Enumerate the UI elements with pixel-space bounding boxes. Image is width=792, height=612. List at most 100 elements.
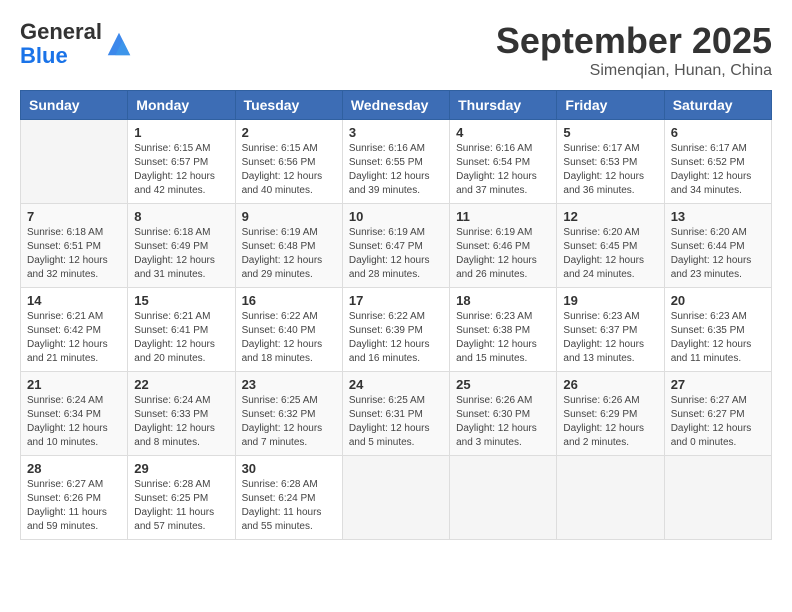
day-number: 24 [349, 377, 443, 392]
calendar-week-row: 14 Sunrise: 6:21 AM Sunset: 6:42 PM Dayli… [21, 288, 772, 372]
day-info: Sunrise: 6:22 AM Sunset: 6:39 PM Dayligh… [349, 310, 443, 366]
day-info: Sunrise: 6:24 AM Sunset: 6:34 PM Dayligh… [27, 394, 121, 450]
calendar-cell: 5Sunrise: 6:17 AM Sunset: 6:53 PM Daylig… [557, 120, 664, 204]
logo-blue: Blue [20, 44, 68, 68]
calendar-cell: 27 Sunrise: 6:27 AM Sunset: 6:27 PM Dayli… [664, 372, 771, 456]
day-info: Sunrise: 6:16 AM Sunset: 6:55 PM Dayligh… [349, 142, 443, 198]
calendar-cell: 1 Sunrise: 6:15 AM Sunset: 6:57 PM Daylig… [128, 120, 235, 204]
day-number: 12 [563, 209, 657, 224]
calendar-cell [450, 456, 557, 540]
logo-icon [104, 29, 134, 59]
calendar-cell: 14 Sunrise: 6:21 AM Sunset: 6:42 PM Dayli… [21, 288, 128, 372]
page-header: General Blue September 2025 Simenqian, H… [20, 20, 772, 80]
calendar-cell: 24Sunrise: 6:25 AM Sunset: 6:31 PM Dayli… [342, 372, 449, 456]
calendar-cell: 11 Sunrise: 6:19 AM Sunset: 6:46 PM Dayli… [450, 204, 557, 288]
day-number: 18 [456, 293, 550, 308]
day-info: Sunrise: 6:16 AM Sunset: 6:54 PM Dayligh… [456, 142, 550, 198]
day-number: 29 [134, 461, 228, 476]
calendar-cell: 29Sunrise: 6:28 AM Sunset: 6:25 PM Dayli… [128, 456, 235, 540]
day-info: Sunrise: 6:23 AM Sunset: 6:35 PM Dayligh… [671, 310, 765, 366]
title-block: September 2025 Simenqian, Hunan, China [496, 20, 772, 80]
location-subtitle: Simenqian, Hunan, China [496, 62, 772, 80]
calendar-cell: 22Sunrise: 6:24 AM Sunset: 6:33 PM Dayli… [128, 372, 235, 456]
calendar-cell: 8Sunrise: 6:18 AM Sunset: 6:49 PM Daylig… [128, 204, 235, 288]
calendar-cell: 28 Sunrise: 6:27 AM Sunset: 6:26 PM Dayli… [21, 456, 128, 540]
weekday-header: Friday [557, 91, 664, 120]
calendar-cell: 10 Sunrise: 6:19 AM Sunset: 6:47 PM Dayli… [342, 204, 449, 288]
day-number: 13 [671, 209, 765, 224]
month-title: September 2025 [496, 20, 772, 62]
calendar-cell: 3Sunrise: 6:16 AM Sunset: 6:55 PM Daylig… [342, 120, 449, 204]
day-info: Sunrise: 6:19 AM Sunset: 6:46 PM Dayligh… [456, 226, 550, 282]
weekday-header: Sunday [21, 91, 128, 120]
calendar-cell: 12 Sunrise: 6:20 AM Sunset: 6:45 PM Dayli… [557, 204, 664, 288]
day-info: Sunrise: 6:25 AM Sunset: 6:32 PM Dayligh… [242, 394, 336, 450]
day-info: Sunrise: 6:20 AM Sunset: 6:44 PM Dayligh… [671, 226, 765, 282]
day-number: 10 [349, 209, 443, 224]
calendar-cell: 23 Sunrise: 6:25 AM Sunset: 6:32 PM Dayli… [235, 372, 342, 456]
calendar-cell: 6Sunrise: 6:17 AM Sunset: 6:52 PM Daylig… [664, 120, 771, 204]
day-number: 14 [27, 293, 121, 308]
weekday-header: Saturday [664, 91, 771, 120]
day-number: 4 [456, 125, 550, 140]
day-number: 7 [27, 209, 121, 224]
calendar-cell: 30 Sunrise: 6:28 AM Sunset: 6:24 PM Dayli… [235, 456, 342, 540]
day-info: Sunrise: 6:18 AM Sunset: 6:49 PM Dayligh… [134, 226, 228, 282]
calendar-cell: 2 Sunrise: 6:15 AM Sunset: 6:56 PM Daylig… [235, 120, 342, 204]
day-number: 26 [563, 377, 657, 392]
day-number: 28 [27, 461, 121, 476]
calendar-table: SundayMondayTuesdayWednesdayThursdayFrid… [20, 90, 772, 540]
day-info: Sunrise: 6:24 AM Sunset: 6:33 PM Dayligh… [134, 394, 228, 450]
day-info: Sunrise: 6:15 AM Sunset: 6:56 PM Dayligh… [242, 142, 336, 198]
logo: General Blue [20, 20, 134, 68]
calendar-week-row: 7 Sunrise: 6:18 AM Sunset: 6:51 PM Daylig… [21, 204, 772, 288]
logo-general: General [20, 20, 102, 44]
day-number: 20 [671, 293, 765, 308]
day-number: 16 [242, 293, 336, 308]
day-number: 30 [242, 461, 336, 476]
day-number: 2 [242, 125, 336, 140]
calendar-cell: 15 Sunrise: 6:21 AM Sunset: 6:41 PM Dayli… [128, 288, 235, 372]
day-number: 15 [134, 293, 228, 308]
day-info: Sunrise: 6:15 AM Sunset: 6:57 PM Dayligh… [134, 142, 228, 198]
calendar-cell [21, 120, 128, 204]
day-info: Sunrise: 6:27 AM Sunset: 6:26 PM Dayligh… [27, 478, 121, 534]
day-info: Sunrise: 6:20 AM Sunset: 6:45 PM Dayligh… [563, 226, 657, 282]
calendar-cell: 9Sunrise: 6:19 AM Sunset: 6:48 PM Daylig… [235, 204, 342, 288]
calendar-cell: 19Sunrise: 6:23 AM Sunset: 6:37 PM Dayli… [557, 288, 664, 372]
day-info: Sunrise: 6:17 AM Sunset: 6:52 PM Dayligh… [671, 142, 765, 198]
calendar-cell: 13 Sunrise: 6:20 AM Sunset: 6:44 PM Dayli… [664, 204, 771, 288]
weekday-header: Monday [128, 91, 235, 120]
day-number: 25 [456, 377, 550, 392]
calendar-week-row: 21 Sunrise: 6:24 AM Sunset: 6:34 PM Dayli… [21, 372, 772, 456]
weekday-header: Thursday [450, 91, 557, 120]
day-info: Sunrise: 6:26 AM Sunset: 6:29 PM Dayligh… [563, 394, 657, 450]
calendar-cell: 4 Sunrise: 6:16 AM Sunset: 6:54 PM Daylig… [450, 120, 557, 204]
calendar-week-row: 1 Sunrise: 6:15 AM Sunset: 6:57 PM Daylig… [21, 120, 772, 204]
weekday-header-row: SundayMondayTuesdayWednesdayThursdayFrid… [21, 91, 772, 120]
day-info: Sunrise: 6:18 AM Sunset: 6:51 PM Dayligh… [27, 226, 121, 282]
day-info: Sunrise: 6:23 AM Sunset: 6:37 PM Dayligh… [563, 310, 657, 366]
day-number: 17 [349, 293, 443, 308]
calendar-cell [342, 456, 449, 540]
day-number: 11 [456, 209, 550, 224]
day-info: Sunrise: 6:21 AM Sunset: 6:41 PM Dayligh… [134, 310, 228, 366]
calendar-cell: 16 Sunrise: 6:22 AM Sunset: 6:40 PM Dayli… [235, 288, 342, 372]
day-info: Sunrise: 6:26 AM Sunset: 6:30 PM Dayligh… [456, 394, 550, 450]
day-info: Sunrise: 6:28 AM Sunset: 6:24 PM Dayligh… [242, 478, 336, 534]
calendar-cell: 20 Sunrise: 6:23 AM Sunset: 6:35 PM Dayli… [664, 288, 771, 372]
calendar-cell: 21 Sunrise: 6:24 AM Sunset: 6:34 PM Dayli… [21, 372, 128, 456]
day-number: 23 [242, 377, 336, 392]
calendar-cell: 7 Sunrise: 6:18 AM Sunset: 6:51 PM Daylig… [21, 204, 128, 288]
day-info: Sunrise: 6:22 AM Sunset: 6:40 PM Dayligh… [242, 310, 336, 366]
day-number: 21 [27, 377, 121, 392]
calendar-cell: 25 Sunrise: 6:26 AM Sunset: 6:30 PM Dayli… [450, 372, 557, 456]
calendar-cell: 17 Sunrise: 6:22 AM Sunset: 6:39 PM Dayli… [342, 288, 449, 372]
day-number: 27 [671, 377, 765, 392]
weekday-header: Tuesday [235, 91, 342, 120]
day-info: Sunrise: 6:21 AM Sunset: 6:42 PM Dayligh… [27, 310, 121, 366]
day-number: 1 [134, 125, 228, 140]
day-info: Sunrise: 6:27 AM Sunset: 6:27 PM Dayligh… [671, 394, 765, 450]
day-number: 9 [242, 209, 336, 224]
day-info: Sunrise: 6:19 AM Sunset: 6:47 PM Dayligh… [349, 226, 443, 282]
